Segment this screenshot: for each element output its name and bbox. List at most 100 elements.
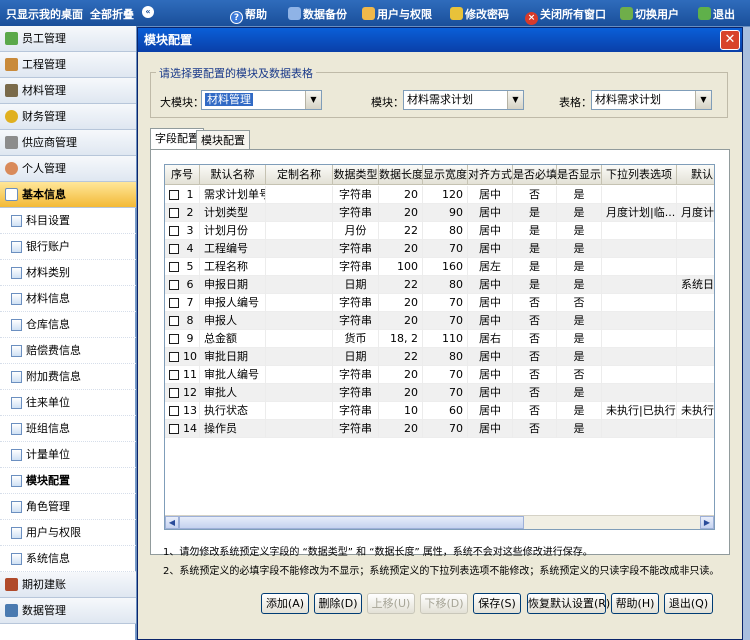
- move-up-button[interactable]: 上移(U): [367, 593, 415, 614]
- cell-visible[interactable]: 是: [557, 204, 602, 222]
- cell-seq[interactable]: 11: [181, 366, 200, 384]
- cell-custom-name[interactable]: [266, 312, 333, 330]
- cell-display-width[interactable]: 120: [423, 186, 468, 204]
- table-row[interactable]: 7 申报人编号 字符串 20 70 居中否否: [165, 294, 714, 312]
- chevron-down-icon[interactable]: ▼: [507, 91, 523, 109]
- cell-display-width[interactable]: 60: [423, 402, 468, 420]
- cell-data-length[interactable]: 22: [379, 348, 423, 366]
- cell-alignment[interactable]: 居中: [468, 294, 513, 312]
- row-checkbox[interactable]: [169, 226, 179, 236]
- cell-alignment[interactable]: 居中: [468, 366, 513, 384]
- switch-user-button[interactable]: 切换用户: [620, 6, 679, 22]
- cell-required[interactable]: 否: [513, 384, 557, 402]
- cell-alignment[interactable]: 居中: [468, 312, 513, 330]
- column-header-data-type[interactable]: 数据类型: [333, 165, 379, 185]
- cell-visible[interactable]: 是: [557, 240, 602, 258]
- sidebar-group-suppliers[interactable]: 供应商管理: [0, 130, 136, 156]
- column-header-default-name[interactable]: 默认名称: [200, 165, 266, 185]
- row-checkbox[interactable]: [169, 208, 179, 218]
- cell-custom-name[interactable]: [266, 276, 333, 294]
- cell-required[interactable]: 否: [513, 402, 557, 420]
- sidebar-group-opening[interactable]: 期初建账: [0, 572, 136, 598]
- table-row[interactable]: 14 操作员 字符串 20 70 居中否是: [165, 420, 714, 438]
- cell-default-value[interactable]: [677, 312, 714, 330]
- cell-display-width[interactable]: 160: [423, 258, 468, 276]
- cell-required[interactable]: 否: [513, 420, 557, 438]
- cell-dropdown-options[interactable]: 月度计划|临...: [602, 204, 677, 222]
- cell-seq[interactable]: 7: [181, 294, 200, 312]
- column-header-display-width[interactable]: 显示宽度: [423, 165, 468, 185]
- big-module-select[interactable]: 材料管理 ▼: [201, 90, 322, 110]
- cell-default-value[interactable]: [677, 384, 714, 402]
- cell-alignment[interactable]: 居中: [468, 276, 513, 294]
- cell-data-type[interactable]: 字符串: [333, 366, 379, 384]
- cell-data-length[interactable]: 22: [379, 276, 423, 294]
- cell-data-type[interactable]: 月份: [333, 222, 379, 240]
- show-desktop-button[interactable]: 只显示我的桌面: [6, 6, 83, 22]
- column-header-dropdown-options[interactable]: 下拉列表选项: [602, 165, 677, 185]
- column-header-visible[interactable]: 是否显示: [557, 165, 602, 185]
- cell-dropdown-options[interactable]: [602, 258, 677, 276]
- cell-data-length[interactable]: 20: [379, 294, 423, 312]
- row-checkbox[interactable]: [169, 244, 179, 254]
- cell-data-length[interactable]: 100: [379, 258, 423, 276]
- cell-custom-name[interactable]: [266, 420, 333, 438]
- sidebar-group-basic-info[interactable]: 基本信息: [0, 182, 136, 208]
- cell-custom-name[interactable]: [266, 186, 333, 204]
- cell-data-type[interactable]: 字符串: [333, 294, 379, 312]
- change-password-button[interactable]: 修改密码: [450, 6, 509, 22]
- cell-required[interactable]: 否: [513, 348, 557, 366]
- cell-seq[interactable]: 3: [181, 222, 200, 240]
- add-button[interactable]: 添加(A): [261, 593, 309, 614]
- cell-display-width[interactable]: 90: [423, 204, 468, 222]
- cell-custom-name[interactable]: [266, 294, 333, 312]
- cell-alignment[interactable]: 居中: [468, 222, 513, 240]
- cell-default-value[interactable]: 未执行...: [677, 402, 714, 420]
- cell-dropdown-options[interactable]: [602, 384, 677, 402]
- cell-custom-name[interactable]: [266, 384, 333, 402]
- chevron-down-icon[interactable]: ▼: [695, 91, 711, 109]
- cell-custom-name[interactable]: [266, 402, 333, 420]
- sidebar-item-roles[interactable]: 角色管理: [0, 494, 136, 520]
- cell-display-width[interactable]: 70: [423, 384, 468, 402]
- cell-custom-name[interactable]: [266, 366, 333, 384]
- table-row[interactable]: 4 工程编号 字符串 20 70 居中是是: [165, 240, 714, 258]
- column-header-custom-name[interactable]: 定制名称: [266, 165, 333, 185]
- sidebar-item-compensation[interactable]: 赔偿费信息: [0, 338, 136, 364]
- cell-alignment[interactable]: 居中: [468, 240, 513, 258]
- sidebar-item-bank-accounts[interactable]: 银行账户: [0, 234, 136, 260]
- cell-alignment[interactable]: 居右: [468, 330, 513, 348]
- sidebar-group-projects[interactable]: 工程管理: [0, 52, 136, 78]
- cell-custom-name[interactable]: [266, 222, 333, 240]
- cell-visible[interactable]: 是: [557, 330, 602, 348]
- cell-default-value[interactable]: [677, 186, 714, 204]
- row-checkbox[interactable]: [169, 298, 179, 308]
- cell-seq[interactable]: 1: [181, 186, 200, 204]
- cell-seq[interactable]: 10: [181, 348, 200, 366]
- scroll-right-icon[interactable]: ▶: [700, 516, 714, 529]
- cell-seq[interactable]: 14: [181, 420, 200, 438]
- cell-default-value[interactable]: [677, 420, 714, 438]
- cell-seq[interactable]: 13: [181, 402, 200, 420]
- horizontal-scrollbar[interactable]: ◀ ▶: [165, 515, 714, 529]
- cell-data-length[interactable]: 20: [379, 384, 423, 402]
- move-down-button[interactable]: 下移(D): [420, 593, 468, 614]
- cell-data-length[interactable]: 20: [379, 240, 423, 258]
- scroll-left-icon[interactable]: ◀: [165, 516, 179, 529]
- scroll-thumb[interactable]: [179, 516, 524, 529]
- cell-data-type[interactable]: 货币: [333, 330, 379, 348]
- cell-data-length[interactable]: 20: [379, 186, 423, 204]
- row-checkbox[interactable]: [169, 262, 179, 272]
- sidebar-group-materials[interactable]: 材料管理: [0, 78, 136, 104]
- sidebar-item-subjects[interactable]: 科目设置: [0, 208, 136, 234]
- cell-custom-name[interactable]: [266, 240, 333, 258]
- table-row[interactable]: 1 需求计划单号 字符串 20 120 居中否是: [165, 186, 714, 204]
- sidebar-item-units[interactable]: 计量单位: [0, 442, 136, 468]
- save-button[interactable]: 保存(S): [473, 593, 521, 614]
- backup-button[interactable]: 数据备份: [288, 6, 347, 22]
- cell-display-width[interactable]: 70: [423, 366, 468, 384]
- cell-default-name[interactable]: 计划类型: [200, 204, 266, 222]
- sidebar-item-system-info[interactable]: 系统信息: [0, 546, 136, 572]
- module-select[interactable]: 材料需求计划 ▼: [403, 90, 524, 110]
- cell-visible[interactable]: 否: [557, 366, 602, 384]
